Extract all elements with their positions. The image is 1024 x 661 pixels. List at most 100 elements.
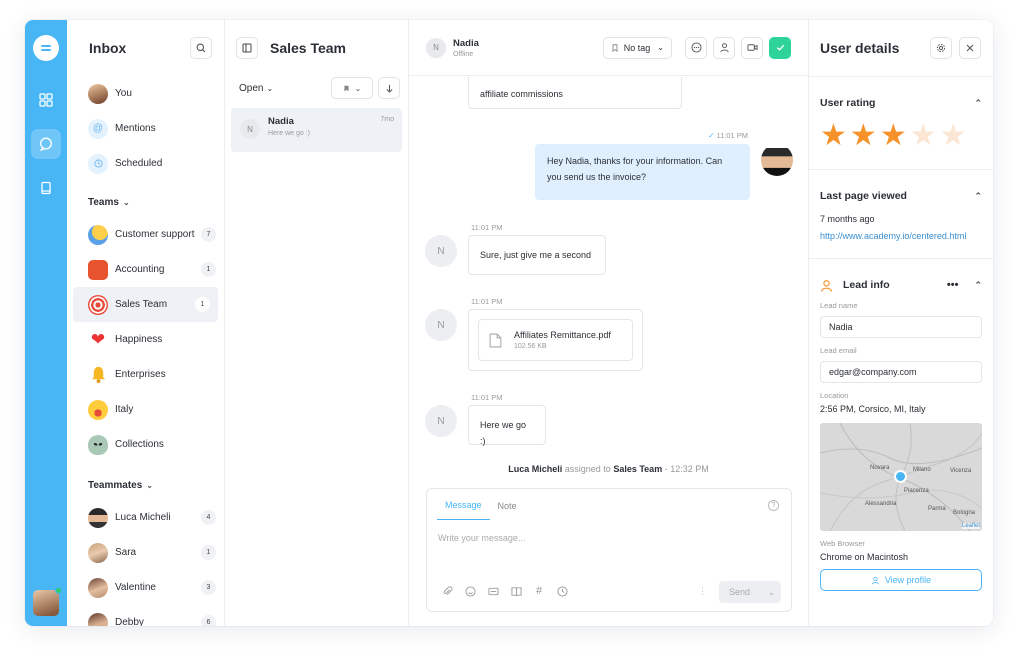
lead-name-label: Lead name xyxy=(820,301,858,310)
teammate-item-valentine[interactable]: Valentine 3 xyxy=(67,570,224,605)
star-icon[interactable]: ★ xyxy=(850,121,877,151)
close-button[interactable] xyxy=(959,37,981,59)
sort-filter-dropdown[interactable]: ⌄ xyxy=(331,77,373,99)
status-filter-dropdown[interactable]: Open ⌄ xyxy=(239,83,326,94)
video-call-button[interactable] xyxy=(741,36,763,59)
star-icon[interactable]: ★ xyxy=(820,121,847,151)
gear-icon xyxy=(936,43,946,53)
conversation-item[interactable]: N Nadia Here we go :) 7mo xyxy=(231,108,402,152)
send-button[interactable]: Send ⌄ xyxy=(719,581,781,603)
hearts-emoji-icon: ❤ xyxy=(90,329,106,349)
message-bubble-outgoing: Hey Nadia, thanks for your information. … xyxy=(535,144,750,200)
assign-user-button[interactable] xyxy=(713,36,735,59)
details-title: User details xyxy=(820,40,900,56)
nav-item-label: Debby xyxy=(115,617,144,626)
chevron-down-icon: ⌄ xyxy=(354,83,362,93)
browser-label: Web Browser xyxy=(820,539,865,548)
toggle-sidebar-button[interactable] xyxy=(236,37,258,59)
location-marker xyxy=(894,470,907,483)
help-icon[interactable]: ? xyxy=(768,500,779,511)
message-thread: affiliate commissions ✓ 11:01 PM Hey Nad… xyxy=(409,77,808,486)
star-icon[interactable]: ★ xyxy=(940,121,967,151)
chevron-up-icon: ⌃ xyxy=(974,279,982,290)
attachment-icon[interactable] xyxy=(441,585,453,597)
clock-icon[interactable] xyxy=(556,585,568,597)
location-value: 2:56 PM, Corsico, MI, Italy xyxy=(820,404,926,414)
more-options-button[interactable] xyxy=(685,36,707,59)
team-item-happiness[interactable]: ❤ Happiness xyxy=(67,322,224,357)
luca-avatar xyxy=(88,507,108,528)
dashboard-nav-icon[interactable] xyxy=(31,85,61,115)
gif-icon[interactable] xyxy=(487,585,499,597)
left-rail xyxy=(25,20,67,626)
conversations-nav-icon[interactable] xyxy=(31,129,61,159)
more-horizontal-icon[interactable]: ••• xyxy=(947,279,959,291)
send-label: Send xyxy=(729,587,751,597)
location-map[interactable]: Novara Milano Alessandria Piacenza Parma… xyxy=(820,423,982,531)
settings-button[interactable] xyxy=(930,37,952,59)
conversation-filters: Open ⌄ ⌄ xyxy=(225,77,408,99)
resolve-button[interactable] xyxy=(769,36,791,59)
hashtag-icon[interactable]: # xyxy=(533,585,545,597)
emoji-icon[interactable] xyxy=(464,585,476,597)
teammate-item-sara[interactable]: Sara 1 xyxy=(67,535,224,570)
message-input[interactable]: Write your message... xyxy=(427,520,791,556)
star-rating[interactable]: ★ ★ ★ ★ ★ xyxy=(820,121,982,169)
check-icon xyxy=(776,44,784,51)
section-title: Last page viewed xyxy=(820,190,907,202)
file-attachment[interactable]: Affiliates Remittance.pdf 102.56 KB xyxy=(478,319,633,361)
inbox-title: Inbox xyxy=(89,40,127,56)
unread-count-badge: 1 xyxy=(195,297,210,312)
event-actor: Luca Micheli xyxy=(508,464,563,474)
tab-note[interactable]: Note xyxy=(490,501,525,520)
message-bubble-incoming: Sure, just give me a second xyxy=(468,235,606,275)
star-icon[interactable]: ★ xyxy=(910,121,937,151)
debby-avatar xyxy=(88,612,108,626)
team-item-sales-team[interactable]: Sales Team 1 xyxy=(73,287,218,322)
bookmark-icon xyxy=(344,85,349,91)
unread-count-badge: 1 xyxy=(201,262,216,277)
user-icon xyxy=(821,279,832,292)
message-preview: Here we go :) xyxy=(268,130,311,137)
view-profile-button[interactable]: View profile xyxy=(820,569,982,591)
sort-order-button[interactable] xyxy=(378,77,400,99)
message-composer: Message Note ? Write your message... # ⋮… xyxy=(426,488,792,612)
lead-name-field[interactable]: Nadia xyxy=(820,316,982,338)
event-action: assigned to xyxy=(564,464,611,474)
tab-message[interactable]: Message xyxy=(437,500,490,520)
last-page-link[interactable]: http://www.academy.io/centered.html xyxy=(820,231,982,258)
more-vertical-icon[interactable]: ⋮ xyxy=(698,586,707,597)
chat-logo-icon[interactable] xyxy=(33,35,59,61)
map-label: Alessandria xyxy=(865,501,897,507)
nav-item-you[interactable]: You xyxy=(67,76,224,111)
view-profile-label: View profile xyxy=(884,575,932,585)
lead-info-section: Lead info ••• ⌃ Lead name Nadia Lead emai… xyxy=(809,258,993,591)
message-bubble-file: Affiliates Remittance.pdf 102.56 KB xyxy=(468,309,643,371)
team-item-customer-support[interactable]: Customer support 7 xyxy=(67,217,224,252)
teammates-section-header[interactable]: Teammates ⌄ xyxy=(67,470,224,500)
message-bubble-incoming: Here we go :) xyxy=(468,405,546,446)
book-icon[interactable] xyxy=(510,585,522,597)
team-item-collections[interactable]: Collections xyxy=(67,427,224,462)
message-bubble-incoming: affiliate commissions xyxy=(468,77,682,109)
user-rating-section: User rating ⌃ ★ ★ ★ ★ ★ xyxy=(809,76,993,169)
team-item-italy[interactable]: Italy xyxy=(67,392,224,427)
search-button[interactable] xyxy=(190,37,212,59)
knowledge-base-nav-icon[interactable] xyxy=(31,173,61,203)
nav-item-label: Valentine xyxy=(115,582,156,593)
team-item-enterprises[interactable]: Enterprises xyxy=(67,357,224,392)
teammate-item-debby[interactable]: Debby 6 xyxy=(67,605,224,626)
my-avatar[interactable] xyxy=(33,587,62,616)
nav-item-mentions[interactable]: @ Mentions xyxy=(67,111,224,146)
tag-dropdown[interactable]: No tag ⌄ xyxy=(602,36,672,59)
teams-section-header[interactable]: Teams ⌄ xyxy=(67,187,224,217)
map-label: Parma xyxy=(928,506,946,512)
star-icon[interactable]: ★ xyxy=(880,121,907,151)
nav-item-scheduled[interactable]: Scheduled xyxy=(67,146,224,181)
lead-email-field[interactable]: edgar@company.com xyxy=(820,361,982,383)
teams-label: Teams xyxy=(88,196,119,208)
team-item-accounting[interactable]: Accounting 1 xyxy=(67,252,224,287)
teammate-item-luca-micheli[interactable]: Luca Micheli 4 xyxy=(67,500,224,535)
map-attribution[interactable]: Leaflet xyxy=(961,523,980,529)
bell-emoji-icon xyxy=(88,365,108,385)
